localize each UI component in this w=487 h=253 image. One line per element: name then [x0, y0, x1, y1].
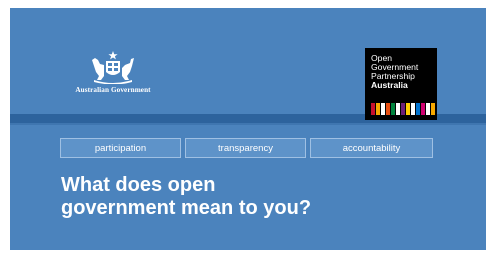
- ogp-color-bar: [426, 103, 430, 115]
- ogp-color-bar: [431, 103, 435, 115]
- ogp-color-bar: [386, 103, 390, 115]
- headline-line-1: What does open: [61, 174, 216, 196]
- australian-government-logo: Australian Government: [58, 50, 168, 94]
- ogp-color-bar: [396, 103, 400, 115]
- tag-participation: participation: [60, 138, 181, 158]
- ogp-logo: Open Government Partnership Australia: [365, 48, 437, 120]
- headline-line-2: government mean to you?: [61, 197, 312, 219]
- tag-accountability: accountability: [310, 138, 433, 158]
- ogp-color-bar: [416, 103, 420, 115]
- headline: What does open government mean to you?: [61, 174, 311, 220]
- ogp-color-bar: [391, 103, 395, 115]
- ogp-logo-text: Open Government Partnership Australia: [371, 54, 418, 90]
- tag-transparency: transparency: [185, 138, 306, 158]
- government-name: Australian Government: [75, 86, 151, 94]
- coat-of-arms-icon: [92, 51, 134, 84]
- ogp-color-bar: [421, 103, 425, 115]
- ogp-color-bar: [381, 103, 385, 115]
- ogp-color-bar: [401, 103, 405, 115]
- banner: Australian Government Open Government Pa…: [10, 8, 486, 250]
- ogp-color-bar: [406, 103, 410, 115]
- ogp-country: Australia: [371, 80, 408, 90]
- ogp-color-bar: [376, 103, 380, 115]
- ogp-color-bar: [411, 103, 415, 115]
- ogp-color-bars: [371, 103, 435, 115]
- value-tags: participation transparency accountabilit…: [60, 138, 433, 158]
- ogp-color-bar: [371, 103, 375, 115]
